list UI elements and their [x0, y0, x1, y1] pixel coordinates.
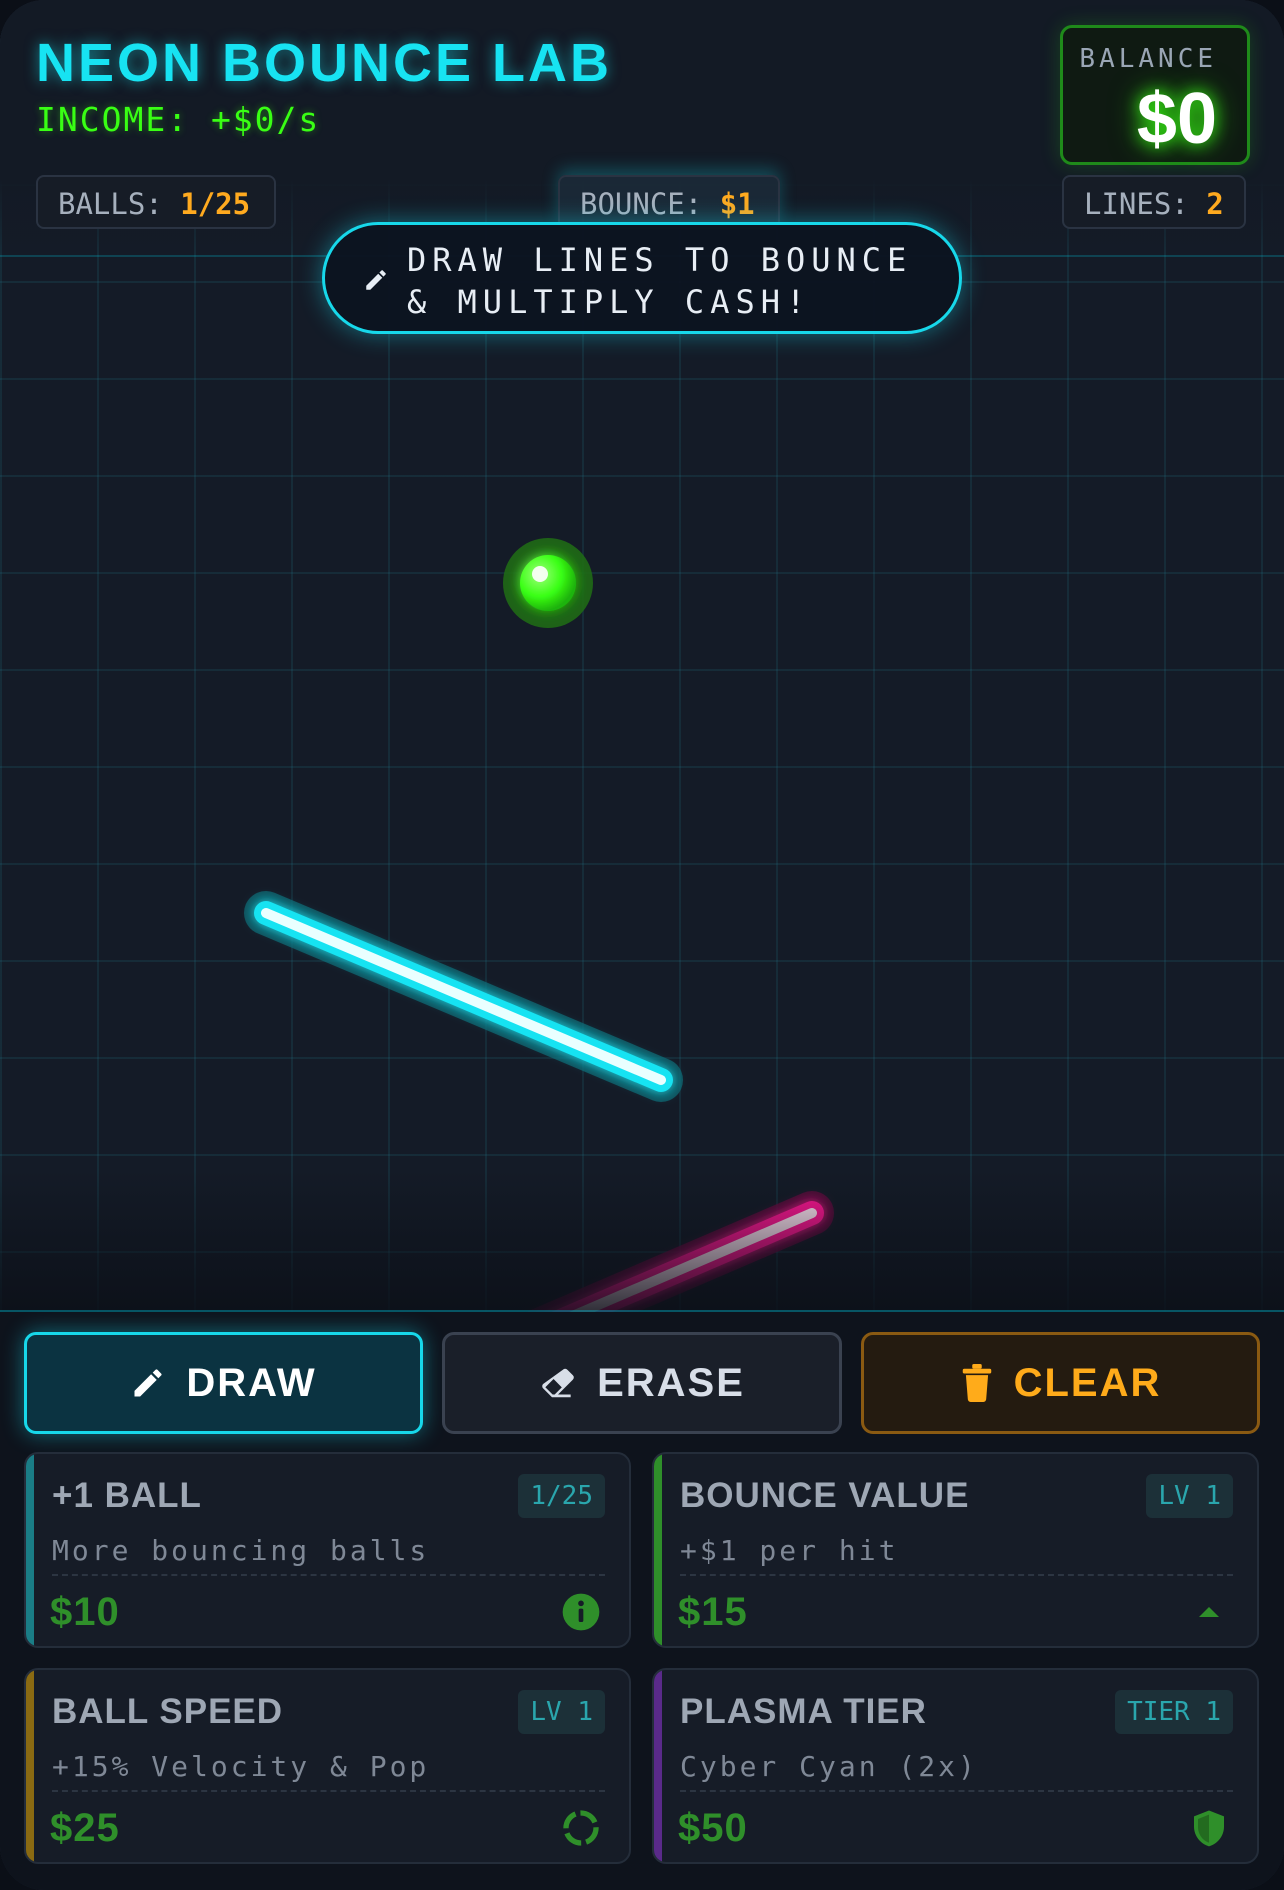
card-price: $50	[678, 1806, 748, 1850]
upgrade-card-plasma-tier[interactable]: PLASMA TIER TIER 1 Cyber Cyan (2x) $50	[652, 1668, 1259, 1864]
clear-button-label: CLEAR	[1013, 1360, 1162, 1405]
hint-text: DRAW LINES TO BOUNCE & MULTIPLY CASH!	[407, 241, 913, 321]
card-separator	[680, 1790, 1233, 1792]
income-rate: INCOME: +$0/s	[36, 100, 321, 139]
lines-stat-label: LINES:	[1084, 187, 1189, 221]
card-badge: TIER 1	[1115, 1690, 1233, 1734]
game-title: NEON BOUNCE LAB	[36, 33, 613, 93]
balls-stat-label: BALLS:	[58, 187, 163, 221]
bounce-stat: BOUNCE: $1	[558, 175, 780, 229]
card-accent	[26, 1454, 34, 1646]
card-title: BOUNCE VALUE	[680, 1476, 970, 1515]
hint-banner: DRAW LINES TO BOUNCE & MULTIPLY CASH!	[322, 222, 962, 334]
card-badge: LV 1	[1146, 1474, 1233, 1518]
clear-button[interactable]: CLEAR	[861, 1332, 1260, 1434]
card-separator	[52, 1574, 605, 1576]
card-accent	[26, 1670, 34, 1862]
card-accent	[654, 1454, 662, 1646]
balls-stat-value: 1/25	[180, 187, 251, 221]
info-icon[interactable]	[561, 1592, 601, 1632]
card-title: +1 BALL	[52, 1476, 202, 1515]
draw-button-label: DRAW	[186, 1360, 317, 1405]
card-description: +15% Velocity & Pop	[52, 1750, 430, 1783]
bounce-stat-label: BOUNCE:	[580, 187, 703, 221]
trash-icon	[962, 1364, 991, 1402]
chevron-up-icon[interactable]	[1189, 1592, 1229, 1632]
upgrade-card-ball-speed[interactable]: BALL SPEED LV 1 +15% Velocity & Pop $25	[24, 1668, 631, 1864]
card-accent	[654, 1670, 662, 1862]
erase-button-label: ERASE	[597, 1360, 745, 1405]
card-title: PLASMA TIER	[680, 1692, 927, 1731]
card-price: $25	[50, 1806, 120, 1850]
erase-button[interactable]: ERASE	[442, 1332, 842, 1434]
card-separator	[680, 1574, 1233, 1576]
card-badge: LV 1	[518, 1690, 605, 1734]
balls-stat: BALLS: 1/25	[36, 175, 276, 229]
lines-stat: LINES: 2	[1062, 175, 1246, 229]
card-badge: 1/25	[518, 1474, 605, 1518]
balance-label: BALANCE	[1079, 44, 1217, 74]
pencil-icon	[134, 1369, 162, 1397]
upgrade-card-bounce-value[interactable]: BOUNCE VALUE LV 1 +$1 per hit $15	[652, 1452, 1259, 1648]
card-description: Cyber Cyan (2x)	[680, 1750, 978, 1783]
bounce-stat-value: $1	[719, 187, 755, 221]
draw-button[interactable]: DRAW	[24, 1332, 423, 1434]
eraser-icon	[542, 1368, 574, 1398]
balance-panel: BALANCE $0	[1060, 25, 1250, 165]
card-description: More bouncing balls	[52, 1534, 430, 1567]
card-description: +$1 per hit	[680, 1534, 899, 1567]
lines-stat-value: 2	[1206, 187, 1224, 221]
upgrade-card-ball[interactable]: +1 BALL 1/25 More bouncing balls $10	[24, 1452, 631, 1648]
cyan-line[interactable]	[244, 891, 683, 1102]
pencil-icon	[366, 270, 386, 290]
ball	[503, 538, 593, 628]
game-frame: NEON BOUNCE LAB INCOME: +$0/s BALANCE $0…	[0, 0, 1284, 1890]
card-title: BALL SPEED	[52, 1692, 284, 1731]
card-separator	[52, 1790, 605, 1792]
card-price: $15	[678, 1590, 748, 1634]
loading-ring-icon[interactable]	[561, 1808, 601, 1848]
playfield-fade	[0, 1170, 1284, 1312]
shield-icon[interactable]	[1189, 1808, 1229, 1848]
card-price: $10	[50, 1590, 120, 1634]
balance-value: $0	[1136, 79, 1217, 159]
